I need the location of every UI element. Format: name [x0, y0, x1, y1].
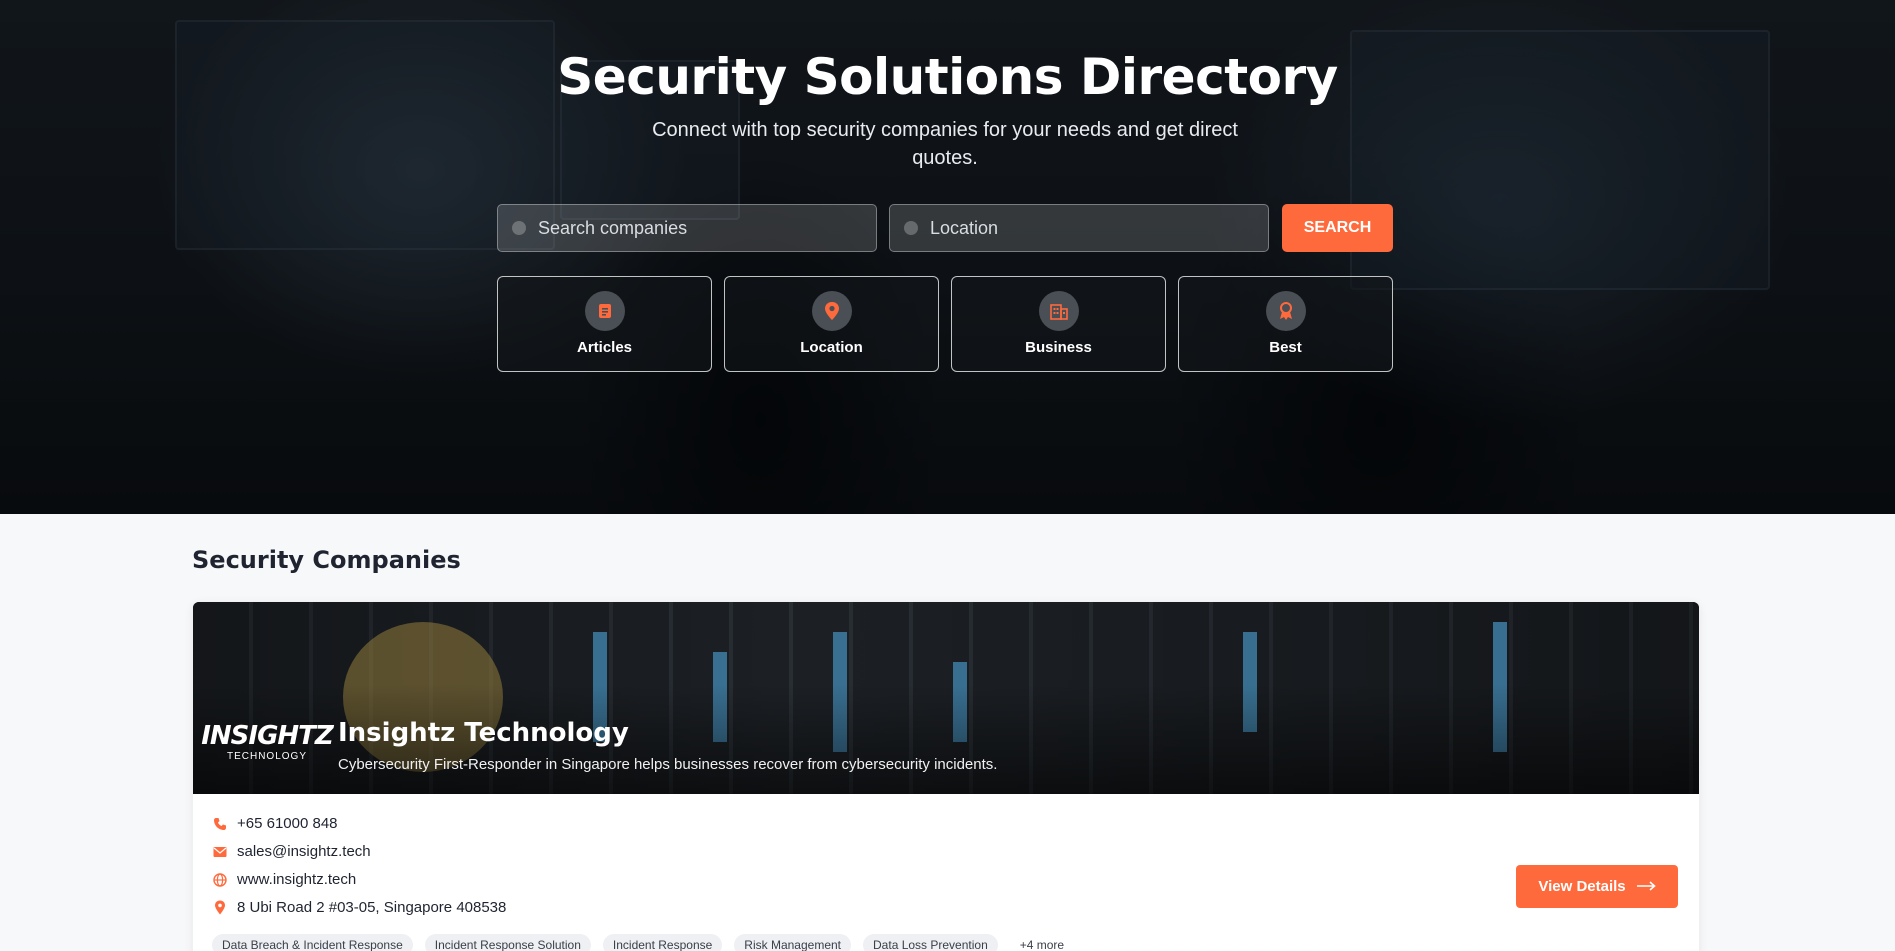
view-details-button[interactable]: View Details: [1516, 865, 1678, 908]
service-tags: Data Breach & Incident Response Incident…: [212, 934, 1074, 951]
category-business[interactable]: Business: [951, 276, 1166, 372]
category-label: Articles: [576, 339, 633, 356]
service-tag: Data Breach & Incident Response: [212, 934, 413, 951]
service-tag: Incident Response Solution: [424, 934, 591, 951]
company-address: 8 Ubi Road 2 #03-05, Singapore 408538: [212, 899, 506, 916]
globe-icon: [212, 872, 228, 888]
phone-icon: [212, 816, 228, 832]
logo-wordmark: INSIGHTZ: [201, 720, 334, 751]
company-email[interactable]: sales@insightz.tech: [212, 843, 371, 860]
category-best[interactable]: Best: [1178, 276, 1393, 372]
logo-subtext: TECHNOLOGY: [226, 750, 307, 762]
service-tag: Incident Response: [602, 934, 723, 951]
page-title: Security Solutions Directory: [557, 48, 1338, 106]
category-label: Location: [800, 339, 863, 356]
service-tag: Data Loss Prevention: [863, 934, 998, 951]
service-tag: Risk Management: [734, 934, 852, 951]
envelope-icon: [212, 844, 228, 860]
hero-section: Security Solutions Directory Connect wit…: [0, 0, 1895, 514]
view-details-label: View Details: [1538, 878, 1626, 895]
more-tags-link[interactable]: +4 more: [1010, 934, 1074, 951]
search-button[interactable]: SEARCH: [1282, 204, 1393, 252]
company-card[interactable]: INSIGHTZ TECHNOLOGY Insightz Technology …: [193, 602, 1699, 951]
company-phone[interactable]: +65 61000 848: [212, 815, 338, 832]
location-search-field[interactable]: [889, 204, 1269, 252]
company-search-field[interactable]: [497, 204, 877, 252]
company-search-input[interactable]: [538, 217, 858, 239]
map-pin-icon: [811, 291, 852, 331]
website-text: www.insightz.tech: [237, 871, 357, 888]
location-icon: [904, 221, 918, 235]
building-icon: [1038, 291, 1079, 331]
document-icon: [584, 291, 625, 331]
company-website[interactable]: www.insightz.tech: [212, 871, 356, 888]
phone-text: +65 61000 848: [237, 815, 338, 832]
location-input[interactable]: [930, 217, 1250, 239]
email-text: sales@insightz.tech: [237, 843, 371, 860]
company-name: Insightz Technology: [338, 718, 629, 748]
map-pin-icon: [212, 900, 228, 916]
page-subtitle: Connect with top security companies for …: [652, 119, 1238, 169]
company-logo: INSIGHTZ TECHNOLOGY: [201, 716, 334, 766]
category-location[interactable]: Location: [724, 276, 939, 372]
category-articles[interactable]: Articles: [497, 276, 712, 372]
section-title: Security Companies: [192, 546, 461, 574]
category-label: Business: [1025, 339, 1092, 356]
award-icon: [1265, 291, 1306, 331]
company-description: Cybersecurity First-Responder in Singapo…: [338, 756, 998, 773]
company-banner: INSIGHTZ TECHNOLOGY Insightz Technology …: [193, 602, 1699, 794]
category-label: Best: [1269, 339, 1302, 356]
arrow-right-icon: [1636, 878, 1656, 895]
address-text: 8 Ubi Road 2 #03-05, Singapore 408538: [237, 899, 507, 916]
search-icon: [512, 221, 526, 235]
